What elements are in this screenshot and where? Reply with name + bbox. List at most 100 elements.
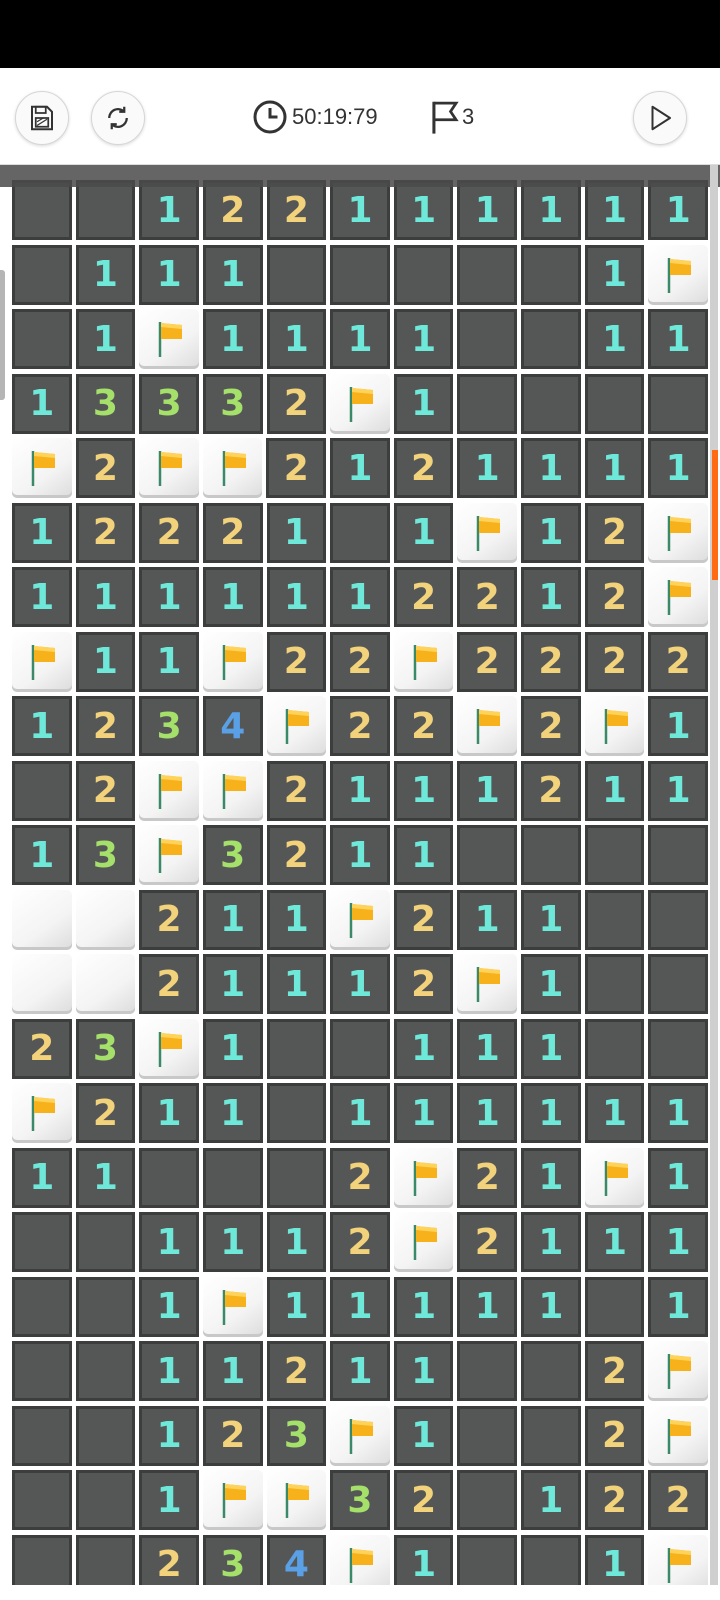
cell-empty[interactable] xyxy=(75,1534,136,1585)
cell-number[interactable]: 1 xyxy=(521,438,581,498)
cell-empty[interactable] xyxy=(521,309,581,369)
cell-flagged[interactable] xyxy=(648,1534,708,1585)
cell-number[interactable]: 3 xyxy=(139,696,199,756)
cell-number[interactable]: 1 xyxy=(12,1147,72,1208)
cell-number[interactable]: 1 xyxy=(584,309,645,369)
cell-number[interactable]: 3 xyxy=(75,1018,136,1079)
cell-number[interactable]: 1 xyxy=(139,1083,199,1143)
cell-number[interactable]: 1 xyxy=(521,1018,581,1079)
cell-number[interactable]: 1 xyxy=(266,309,327,369)
cell-flagged[interactable] xyxy=(139,438,199,498)
cell-number[interactable]: 3 xyxy=(330,1470,390,1530)
cell-number[interactable]: 2 xyxy=(75,696,136,756)
cell-empty[interactable] xyxy=(457,1534,518,1585)
cell-number[interactable]: 1 xyxy=(521,889,581,950)
cell-number[interactable]: 3 xyxy=(202,373,263,434)
cell-flagged[interactable] xyxy=(266,1470,327,1530)
cell-flagged[interactable] xyxy=(330,1534,390,1585)
cell-empty[interactable] xyxy=(139,1147,199,1208)
cell-empty[interactable] xyxy=(584,1018,645,1079)
cell-number[interactable]: 1 xyxy=(584,180,645,240)
cell-empty[interactable] xyxy=(12,1470,72,1530)
cell-number[interactable]: 1 xyxy=(521,1212,581,1272)
cell-number[interactable]: 2 xyxy=(266,180,327,240)
cell-number[interactable]: 1 xyxy=(393,1534,454,1585)
cell-number[interactable]: 1 xyxy=(139,1341,199,1401)
cell-flagged[interactable] xyxy=(648,502,708,563)
cell-flagged[interactable] xyxy=(457,954,518,1014)
cell-number[interactable]: 1 xyxy=(393,1018,454,1079)
cell-number[interactable]: 1 xyxy=(393,180,454,240)
cell-flagged[interactable] xyxy=(648,567,708,627)
cell-number[interactable]: 1 xyxy=(12,825,72,885)
cell-number[interactable]: 2 xyxy=(584,1341,645,1401)
cell-number[interactable]: 1 xyxy=(202,1212,263,1272)
cell-empty[interactable] xyxy=(266,1147,327,1208)
cell-number[interactable]: 2 xyxy=(330,631,390,692)
cell-number[interactable]: 1 xyxy=(457,889,518,950)
cell-number[interactable]: 1 xyxy=(521,1470,581,1530)
cell-flagged[interactable] xyxy=(12,438,72,498)
cell-number[interactable]: 2 xyxy=(330,1147,390,1208)
cell-number[interactable]: 1 xyxy=(330,954,390,1014)
cell-flagged[interactable] xyxy=(457,696,518,756)
cell-flagged[interactable] xyxy=(202,760,263,821)
cell-number[interactable]: 2 xyxy=(457,567,518,627)
cell-number[interactable]: 2 xyxy=(139,502,199,563)
cell-number[interactable]: 1 xyxy=(393,1083,454,1143)
cell-flagged[interactable] xyxy=(139,760,199,821)
cell-number[interactable]: 1 xyxy=(139,631,199,692)
cell-empty[interactable] xyxy=(457,825,518,885)
cell-number[interactable]: 1 xyxy=(648,696,708,756)
cell-number[interactable]: 2 xyxy=(202,502,263,563)
cell-flagged[interactable] xyxy=(648,244,708,305)
cell-number[interactable]: 1 xyxy=(648,1276,708,1337)
cell-number[interactable]: 2 xyxy=(584,1405,645,1466)
cell-flagged[interactable] xyxy=(393,1147,454,1208)
cell-number[interactable]: 1 xyxy=(202,889,263,950)
cell-number[interactable]: 2 xyxy=(139,1534,199,1585)
cell-hidden[interactable] xyxy=(75,954,136,1014)
cell-empty[interactable] xyxy=(266,244,327,305)
cell-flagged[interactable] xyxy=(202,438,263,498)
cell-number[interactable]: 1 xyxy=(12,502,72,563)
cell-number[interactable]: 2 xyxy=(75,502,136,563)
cell-number[interactable]: 1 xyxy=(648,1212,708,1272)
cell-empty[interactable] xyxy=(75,1405,136,1466)
cell-empty[interactable] xyxy=(584,889,645,950)
cell-flagged[interactable] xyxy=(266,696,327,756)
cell-number[interactable]: 1 xyxy=(393,1276,454,1337)
cell-number[interactable]: 2 xyxy=(393,954,454,1014)
cell-number[interactable]: 1 xyxy=(266,889,327,950)
cell-number[interactable]: 1 xyxy=(393,1341,454,1401)
cell-empty[interactable] xyxy=(521,1341,581,1401)
cell-number[interactable]: 2 xyxy=(75,1083,136,1143)
cell-number[interactable]: 1 xyxy=(521,954,581,1014)
cell-empty[interactable] xyxy=(584,1276,645,1337)
cell-empty[interactable] xyxy=(393,244,454,305)
cell-empty[interactable] xyxy=(12,309,72,369)
cell-flagged[interactable] xyxy=(139,825,199,885)
cell-empty[interactable] xyxy=(457,373,518,434)
cell-number[interactable]: 1 xyxy=(330,180,390,240)
cell-empty[interactable] xyxy=(12,1276,72,1337)
cell-number[interactable]: 1 xyxy=(648,309,708,369)
cell-number[interactable]: 1 xyxy=(202,1018,263,1079)
cell-number[interactable]: 2 xyxy=(12,1018,72,1079)
cell-empty[interactable] xyxy=(12,1405,72,1466)
cell-number[interactable]: 3 xyxy=(202,1534,263,1585)
cell-number[interactable]: 1 xyxy=(330,1341,390,1401)
cell-empty[interactable] xyxy=(12,1534,72,1585)
cell-empty[interactable] xyxy=(330,1018,390,1079)
cell-number[interactable]: 1 xyxy=(266,502,327,563)
cell-empty[interactable] xyxy=(330,244,390,305)
cell-number[interactable]: 1 xyxy=(457,1276,518,1337)
cell-number[interactable]: 3 xyxy=(75,825,136,885)
cell-empty[interactable] xyxy=(75,1341,136,1401)
cell-number[interactable]: 2 xyxy=(584,567,645,627)
cell-flagged[interactable] xyxy=(12,631,72,692)
cell-number[interactable]: 1 xyxy=(521,1147,581,1208)
cell-empty[interactable] xyxy=(202,1147,263,1208)
cell-number[interactable]: 2 xyxy=(139,954,199,1014)
cell-number[interactable]: 1 xyxy=(330,825,390,885)
